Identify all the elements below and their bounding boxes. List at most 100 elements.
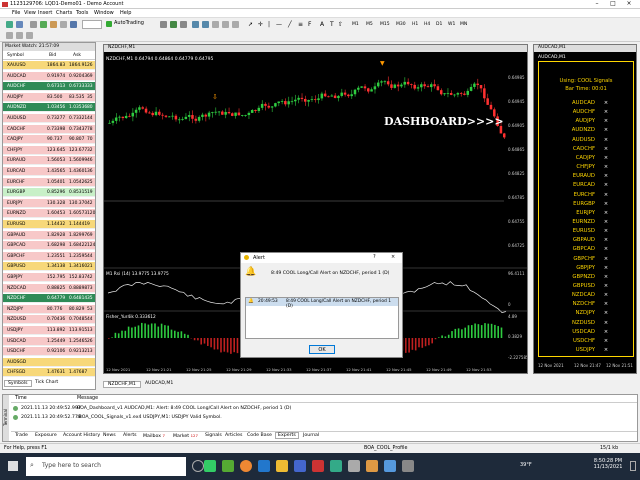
market-watch-row[interactable]: EURAUD 1.56053 1.56099 46 xyxy=(3,156,95,166)
tf-m30[interactable]: M30 xyxy=(396,22,406,27)
market-watch-row[interactable]: EURCHF 1.05401 1.05426 25 xyxy=(3,177,95,187)
menu-insert[interactable]: Insert xyxy=(38,10,52,16)
notification-icon[interactable] xyxy=(630,461,636,471)
col-message[interactable]: Message xyxy=(77,396,98,401)
market-watch-row[interactable]: USDCHF 0.92106 0.92132 13 xyxy=(3,347,95,357)
terminal-row[interactable]: 2021.11.13 20:49:52.997 BOA_Dashboard_v1… xyxy=(11,405,637,414)
terminal-row[interactable]: 2021.11.13 20:49:52.778 :BOA_COOL_Signal… xyxy=(11,414,637,423)
app-icon-5[interactable] xyxy=(366,460,378,472)
market-watch-row[interactable]: EURNZD 1.60453 1.60573 120 xyxy=(3,209,95,219)
tester-icon[interactable] xyxy=(70,21,77,28)
maximize-button[interactable]: □ xyxy=(606,0,620,7)
tf-m5[interactable]: M5 xyxy=(366,22,373,27)
tf-m1[interactable]: M1 xyxy=(352,22,359,27)
app-icon-1[interactable] xyxy=(204,460,216,472)
tf-d1[interactable]: D1 xyxy=(436,22,442,27)
taskbar-search[interactable]: ⌕ Type here to search xyxy=(26,457,186,476)
market-watch-icon[interactable] xyxy=(30,21,37,28)
indicators-icon[interactable] xyxy=(6,32,13,39)
menu-help[interactable]: Help xyxy=(120,10,131,16)
tile-icon[interactable] xyxy=(212,21,219,28)
market-watch-row[interactable]: GBPAUD 1.82928 1.82997 69 xyxy=(3,230,95,240)
data-window-icon[interactable] xyxy=(40,21,47,28)
alert-help-button[interactable]: ? xyxy=(373,254,376,260)
bar-chart-icon[interactable] xyxy=(160,21,167,28)
market-watch-row[interactable]: AUDSGD xyxy=(3,357,95,367)
tab-journal[interactable]: Journal xyxy=(303,433,319,438)
tab-audcad[interactable]: AUDCAD,M1 xyxy=(141,381,177,386)
market-watch-row[interactable]: GBPJPY 152.795 152.837 42 xyxy=(3,273,95,282)
tab-trade[interactable]: Trade xyxy=(15,433,28,438)
market-watch-row[interactable]: NZDUSD 0.70436 0.70485 44 xyxy=(3,315,95,325)
col-symbol[interactable]: Symbol xyxy=(7,53,24,58)
profiles-icon[interactable] xyxy=(16,21,23,28)
market-watch-row[interactable]: NZDCHF 0.64779 0.64814 35 xyxy=(3,294,95,304)
vline-icon[interactable]: | xyxy=(268,21,270,28)
zoom-in-icon[interactable] xyxy=(192,21,199,28)
tab-market[interactable]: Market 127 xyxy=(173,433,198,439)
tab-experts[interactable]: Experts xyxy=(275,432,299,439)
windows-start-icon[interactable] xyxy=(8,461,18,471)
tf-mn[interactable]: MN xyxy=(460,22,467,27)
tab-mailbox[interactable]: Mailbox 7 xyxy=(143,433,165,439)
minimize-button[interactable]: – xyxy=(590,0,604,7)
market-watch-row[interactable]: EURGBP 0.85296 0.85315 19 xyxy=(3,188,95,198)
col-time[interactable]: Time xyxy=(15,396,27,401)
market-watch-row[interactable]: USDCAD 1.25449 1.25465 26 xyxy=(3,336,95,346)
market-watch-row[interactable]: XAUUSD 1864.83 1864.91 26 xyxy=(3,61,95,70)
market-watch-row[interactable]: AUDUSD 0.73277 0.73321 44 xyxy=(3,114,95,123)
autoscroll-icon[interactable] xyxy=(222,21,229,28)
channel-icon[interactable]: ≡ xyxy=(298,21,303,28)
market-watch-row[interactable]: NZDJPY 80.776 80.829 53 xyxy=(3,304,95,314)
tab-symbols[interactable]: Symbols xyxy=(4,380,32,387)
tab-articles[interactable]: Articles xyxy=(225,433,242,438)
market-watch-row[interactable]: NZDCAD 0.88825 0.88898 73 xyxy=(3,283,95,293)
market-watch-row[interactable]: AUDCHF 0.67313 0.67333 33 xyxy=(3,82,95,92)
app-icon-4[interactable] xyxy=(348,460,360,472)
app-icon-6[interactable] xyxy=(384,460,396,472)
tab-nzdchf[interactable]: NZDCHF,M1 xyxy=(103,381,141,388)
market-watch-row[interactable]: CHFSGD 1.47631 1.47687 xyxy=(3,368,95,378)
market-watch-row[interactable]: EURCAD 1.43565 1.43601 36 xyxy=(3,167,95,176)
store-icon[interactable] xyxy=(294,460,306,472)
dashboard-chart-window[interactable]: AUDCAD,M1 AUDCAD,M1 Using: COOL Signals … xyxy=(533,44,637,374)
label-icon[interactable]: T xyxy=(330,21,334,28)
autotrading-button[interactable]: AutoTrading xyxy=(106,20,152,29)
col-ask[interactable]: Ask xyxy=(73,53,81,58)
zoom-out-icon[interactable] xyxy=(202,21,209,28)
crosshair-icon[interactable]: ✛ xyxy=(258,21,263,28)
menu-view[interactable]: View xyxy=(24,10,36,16)
app-icon-2[interactable] xyxy=(222,460,234,472)
market-watch-row[interactable]: CADJPY 90.737 90.807 70 xyxy=(3,135,95,145)
new-chart-icon[interactable] xyxy=(6,21,13,28)
navigator-icon[interactable] xyxy=(50,21,57,28)
menu-window[interactable]: Window xyxy=(94,10,114,16)
trendline-icon[interactable]: ╱ xyxy=(288,21,292,28)
tab-account-history[interactable]: Account History xyxy=(63,433,100,438)
alert-close-button[interactable]: × xyxy=(391,254,395,260)
tab-signals[interactable]: Signals xyxy=(205,433,222,438)
market-watch-row[interactable]: AUDJPY 83.500 83.535 35 xyxy=(3,92,95,102)
templates-icon[interactable] xyxy=(26,32,33,39)
market-watch-row[interactable]: GBPUSD 1.34138 1.34160 21 xyxy=(3,262,95,272)
arrow-icon[interactable]: ⇧ xyxy=(338,21,343,28)
market-watch-row[interactable]: CHFJPY 123.645 123.677 32 xyxy=(3,145,95,155)
alert-log-row[interactable]: 🔔 20:49:53 8:49 COOL Long/Call Alert on … xyxy=(246,298,398,309)
candle-chart-icon[interactable] xyxy=(170,21,177,28)
market-watch-row[interactable]: EURJPY 130.328 130.370 42 xyxy=(3,198,95,208)
clock[interactable]: 8:50:28 PM 11/13/2021 xyxy=(590,458,626,470)
new-order-button[interactable] xyxy=(82,20,102,29)
cursor-icon[interactable]: ➚ xyxy=(248,21,253,28)
tab-tick-chart[interactable]: Tick Chart xyxy=(32,380,61,385)
chrome-icon[interactable] xyxy=(240,460,252,472)
app-icon-7[interactable] xyxy=(402,460,414,472)
market-watch-row[interactable]: USDJPY 113.892 113.915 13 xyxy=(3,326,95,335)
line-chart-icon[interactable] xyxy=(180,21,187,28)
market-watch-row[interactable]: AUDNZD 1.03456 1.03536 80 xyxy=(3,103,95,113)
chart-shift-icon[interactable] xyxy=(232,21,239,28)
market-watch-row[interactable]: GBPCHF 1.23551 1.23595 44 xyxy=(3,251,95,261)
mt4-icon[interactable] xyxy=(312,460,324,472)
tab-alerts[interactable]: Alerts xyxy=(123,433,137,438)
weather[interactable]: 39°F xyxy=(520,462,532,468)
edge-icon[interactable] xyxy=(258,460,270,472)
